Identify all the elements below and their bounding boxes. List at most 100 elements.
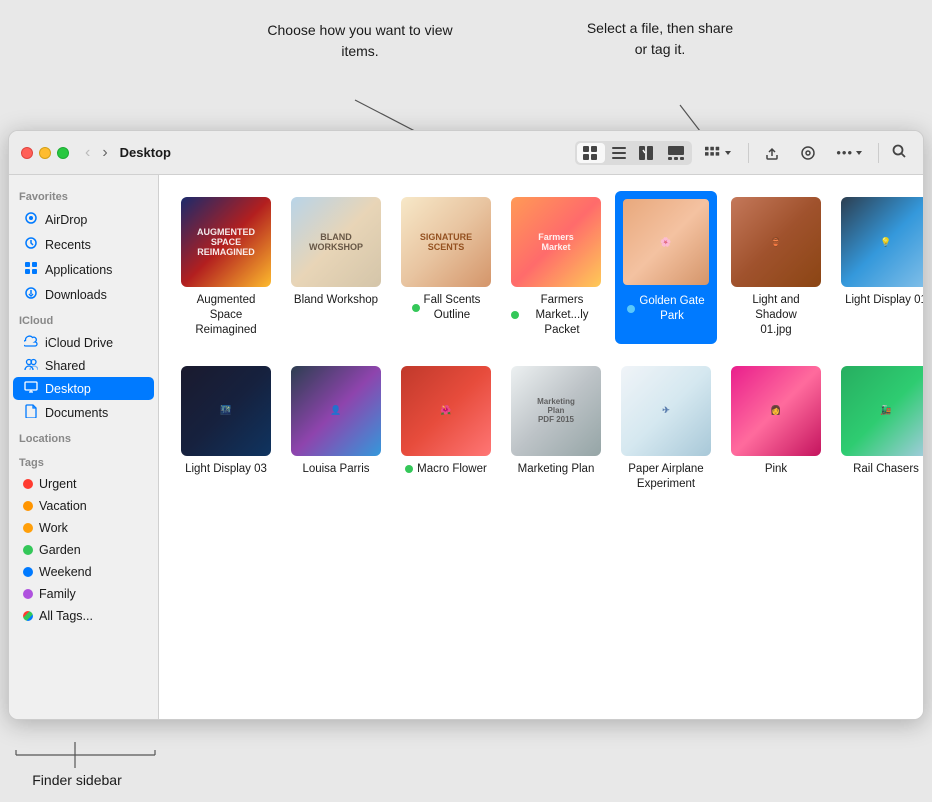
sidebar-item-airdrop-label: AirDrop [45,213,87,227]
file-name-ldisplay01: Light Display 01 [845,293,923,308]
sidebar-section-locations: Locations [9,425,158,449]
minimize-button[interactable] [39,147,51,159]
toolbar-divider-2 [878,143,879,163]
share-button[interactable] [757,141,787,165]
file-grid: AUGMENTEDSPACEREIMAGINED AugmentedSpace … [159,175,923,719]
sidebar-item-tag-family[interactable]: Family [13,583,154,605]
file-item-louisa[interactable]: 👤 Louisa Parris [285,360,387,498]
search-button[interactable] [887,139,911,167]
file-thumb-paper: ✈ [621,366,711,456]
sidebar-item-tag-family-label: Family [39,587,76,601]
file-item-fall[interactable]: SIGNATURESCENTS Fall ScentsOutline [395,191,497,344]
file-name-lshadow: Light and Shadow01.jpg [731,293,821,338]
file-thumb-golden: 🌸 [621,197,711,287]
gallery-view-button[interactable] [662,143,690,163]
file-thumb-rail: 🚂 [841,366,923,456]
sidebar-item-tag-urgent[interactable]: Urgent [13,473,154,495]
file-name-macro: Macro Flower [405,462,487,477]
tag-weekend-dot [23,567,33,577]
sidebar-item-icloud-label: iCloud Drive [45,336,113,350]
forward-button[interactable]: › [98,142,111,164]
file-thumb-lshadow: 🏺 [731,197,821,287]
column-view-button[interactable] [633,143,661,163]
choose-view-callout-text: Choose how you want to view items. [260,20,460,62]
airdrop-icon [23,211,39,228]
file-name-ldisplay03: Light Display 03 [185,462,267,477]
downloads-icon [23,286,39,303]
tag-button[interactable] [793,141,823,165]
sidebar-item-downloads[interactable]: Downloads [13,282,154,307]
sidebar-item-documents[interactable]: Documents [13,400,154,425]
sidebar-item-icloud-drive[interactable]: iCloud Drive [13,331,154,354]
sidebar-item-tag-garden-label: Garden [39,543,81,557]
title-bar: ‹ › Desktop [9,131,923,175]
icon-view-button[interactable] [577,143,605,163]
tag-work-dot [23,523,33,533]
sidebar-item-airdrop[interactable]: AirDrop [13,207,154,232]
finder-sidebar-callout-text: Finder sidebar [12,770,142,791]
toolbar-right: ••• [575,139,911,167]
tag-dot-fall [412,304,420,312]
sidebar-item-recents[interactable]: Recents [13,232,154,257]
view-mode-group [575,141,692,165]
more-button[interactable]: ••• [829,141,870,164]
file-item-pink[interactable]: 👩 Pink [725,360,827,498]
shared-icon [23,358,39,373]
group-button[interactable] [698,142,740,164]
close-button[interactable] [21,147,33,159]
sidebar-item-tag-work-label: Work [39,521,68,535]
file-name-augmented: AugmentedSpace Reimagined [181,293,271,338]
file-grid-row-2: 🌃 Light Display 03 👤 Louisa Parris 🌺 [175,360,907,498]
sidebar-item-desktop[interactable]: Desktop [13,377,154,400]
maximize-button[interactable] [57,147,69,159]
file-item-golden[interactable]: 🌸 Golden GatePark [615,191,717,344]
icloud-drive-icon [23,335,39,350]
tag-garden-dot [23,545,33,555]
file-item-lshadow[interactable]: 🏺 Light and Shadow01.jpg [725,191,827,344]
file-name-fall: Fall ScentsOutline [412,293,481,323]
file-item-macro[interactable]: 🌺 Macro Flower [395,360,497,498]
sidebar-item-tag-alltags[interactable]: All Tags... [13,605,154,627]
sidebar-item-applications[interactable]: Applications [13,257,154,282]
file-name-pink: Pink [765,462,787,477]
sidebar-item-shared[interactable]: Shared [13,354,154,377]
sidebar-section-tags: Tags [9,449,158,473]
tag-family-dot [23,589,33,599]
sidebar-item-tag-garden[interactable]: Garden [13,539,154,561]
sidebar-item-tag-weekend-label: Weekend [39,565,92,579]
file-item-marketing[interactable]: MarketingPlanPDF 2015 Marketing Plan [505,360,607,498]
sidebar-item-tag-work[interactable]: Work [13,517,154,539]
file-name-farmers: FarmersMarket...ly Packet [511,293,601,338]
sidebar-item-tag-alltags-label: All Tags... [39,609,93,623]
list-view-button[interactable] [606,143,632,163]
file-name-marketing: Marketing Plan [518,462,595,477]
sidebar-item-tag-vacation[interactable]: Vacation [13,495,154,517]
tag-dot-golden [627,305,635,313]
desktop-icon [23,381,39,396]
file-item-farmers[interactable]: FarmersMarket FarmersMarket...ly Packet [505,191,607,344]
file-item-bland[interactable]: BLANDWORKSHOP Bland Workshop [285,191,387,344]
window-title: Desktop [120,145,171,160]
file-item-paper[interactable]: ✈ Paper AirplaneExperiment [615,360,717,498]
file-grid-row-1: AUGMENTEDSPACEREIMAGINED AugmentedSpace … [175,191,907,344]
sidebar-item-recents-label: Recents [45,238,91,252]
sidebar-item-tag-weekend[interactable]: Weekend [13,561,154,583]
file-thumb-fall: SIGNATURESCENTS [401,197,491,287]
sidebar-item-tag-vacation-label: Vacation [39,499,87,513]
file-item-ldisplay01[interactable]: 💡 Light Display 01 [835,191,923,344]
file-item-ldisplay03[interactable]: 🌃 Light Display 03 [175,360,277,498]
file-item-augmented[interactable]: AUGMENTEDSPACEREIMAGINED AugmentedSpace … [175,191,277,344]
file-thumb-pink: 👩 [731,366,821,456]
sidebar-item-documents-label: Documents [45,406,108,420]
back-button[interactable]: ‹ [81,142,94,164]
file-thumb-ldisplay03: 🌃 [181,366,271,456]
file-thumb-marketing: MarketingPlanPDF 2015 [511,366,601,456]
sidebar-item-applications-label: Applications [45,263,112,277]
file-name-louisa: Louisa Parris [302,462,369,477]
file-item-rail[interactable]: 🚂 Rail Chasers [835,360,923,498]
share-tag-callout-text: Select a file, then share or tag it. [580,18,740,60]
sidebar-item-downloads-label: Downloads [45,288,107,302]
file-name-rail: Rail Chasers [853,462,919,477]
nav-buttons: ‹ › [81,142,112,164]
toolbar-divider [748,143,749,163]
